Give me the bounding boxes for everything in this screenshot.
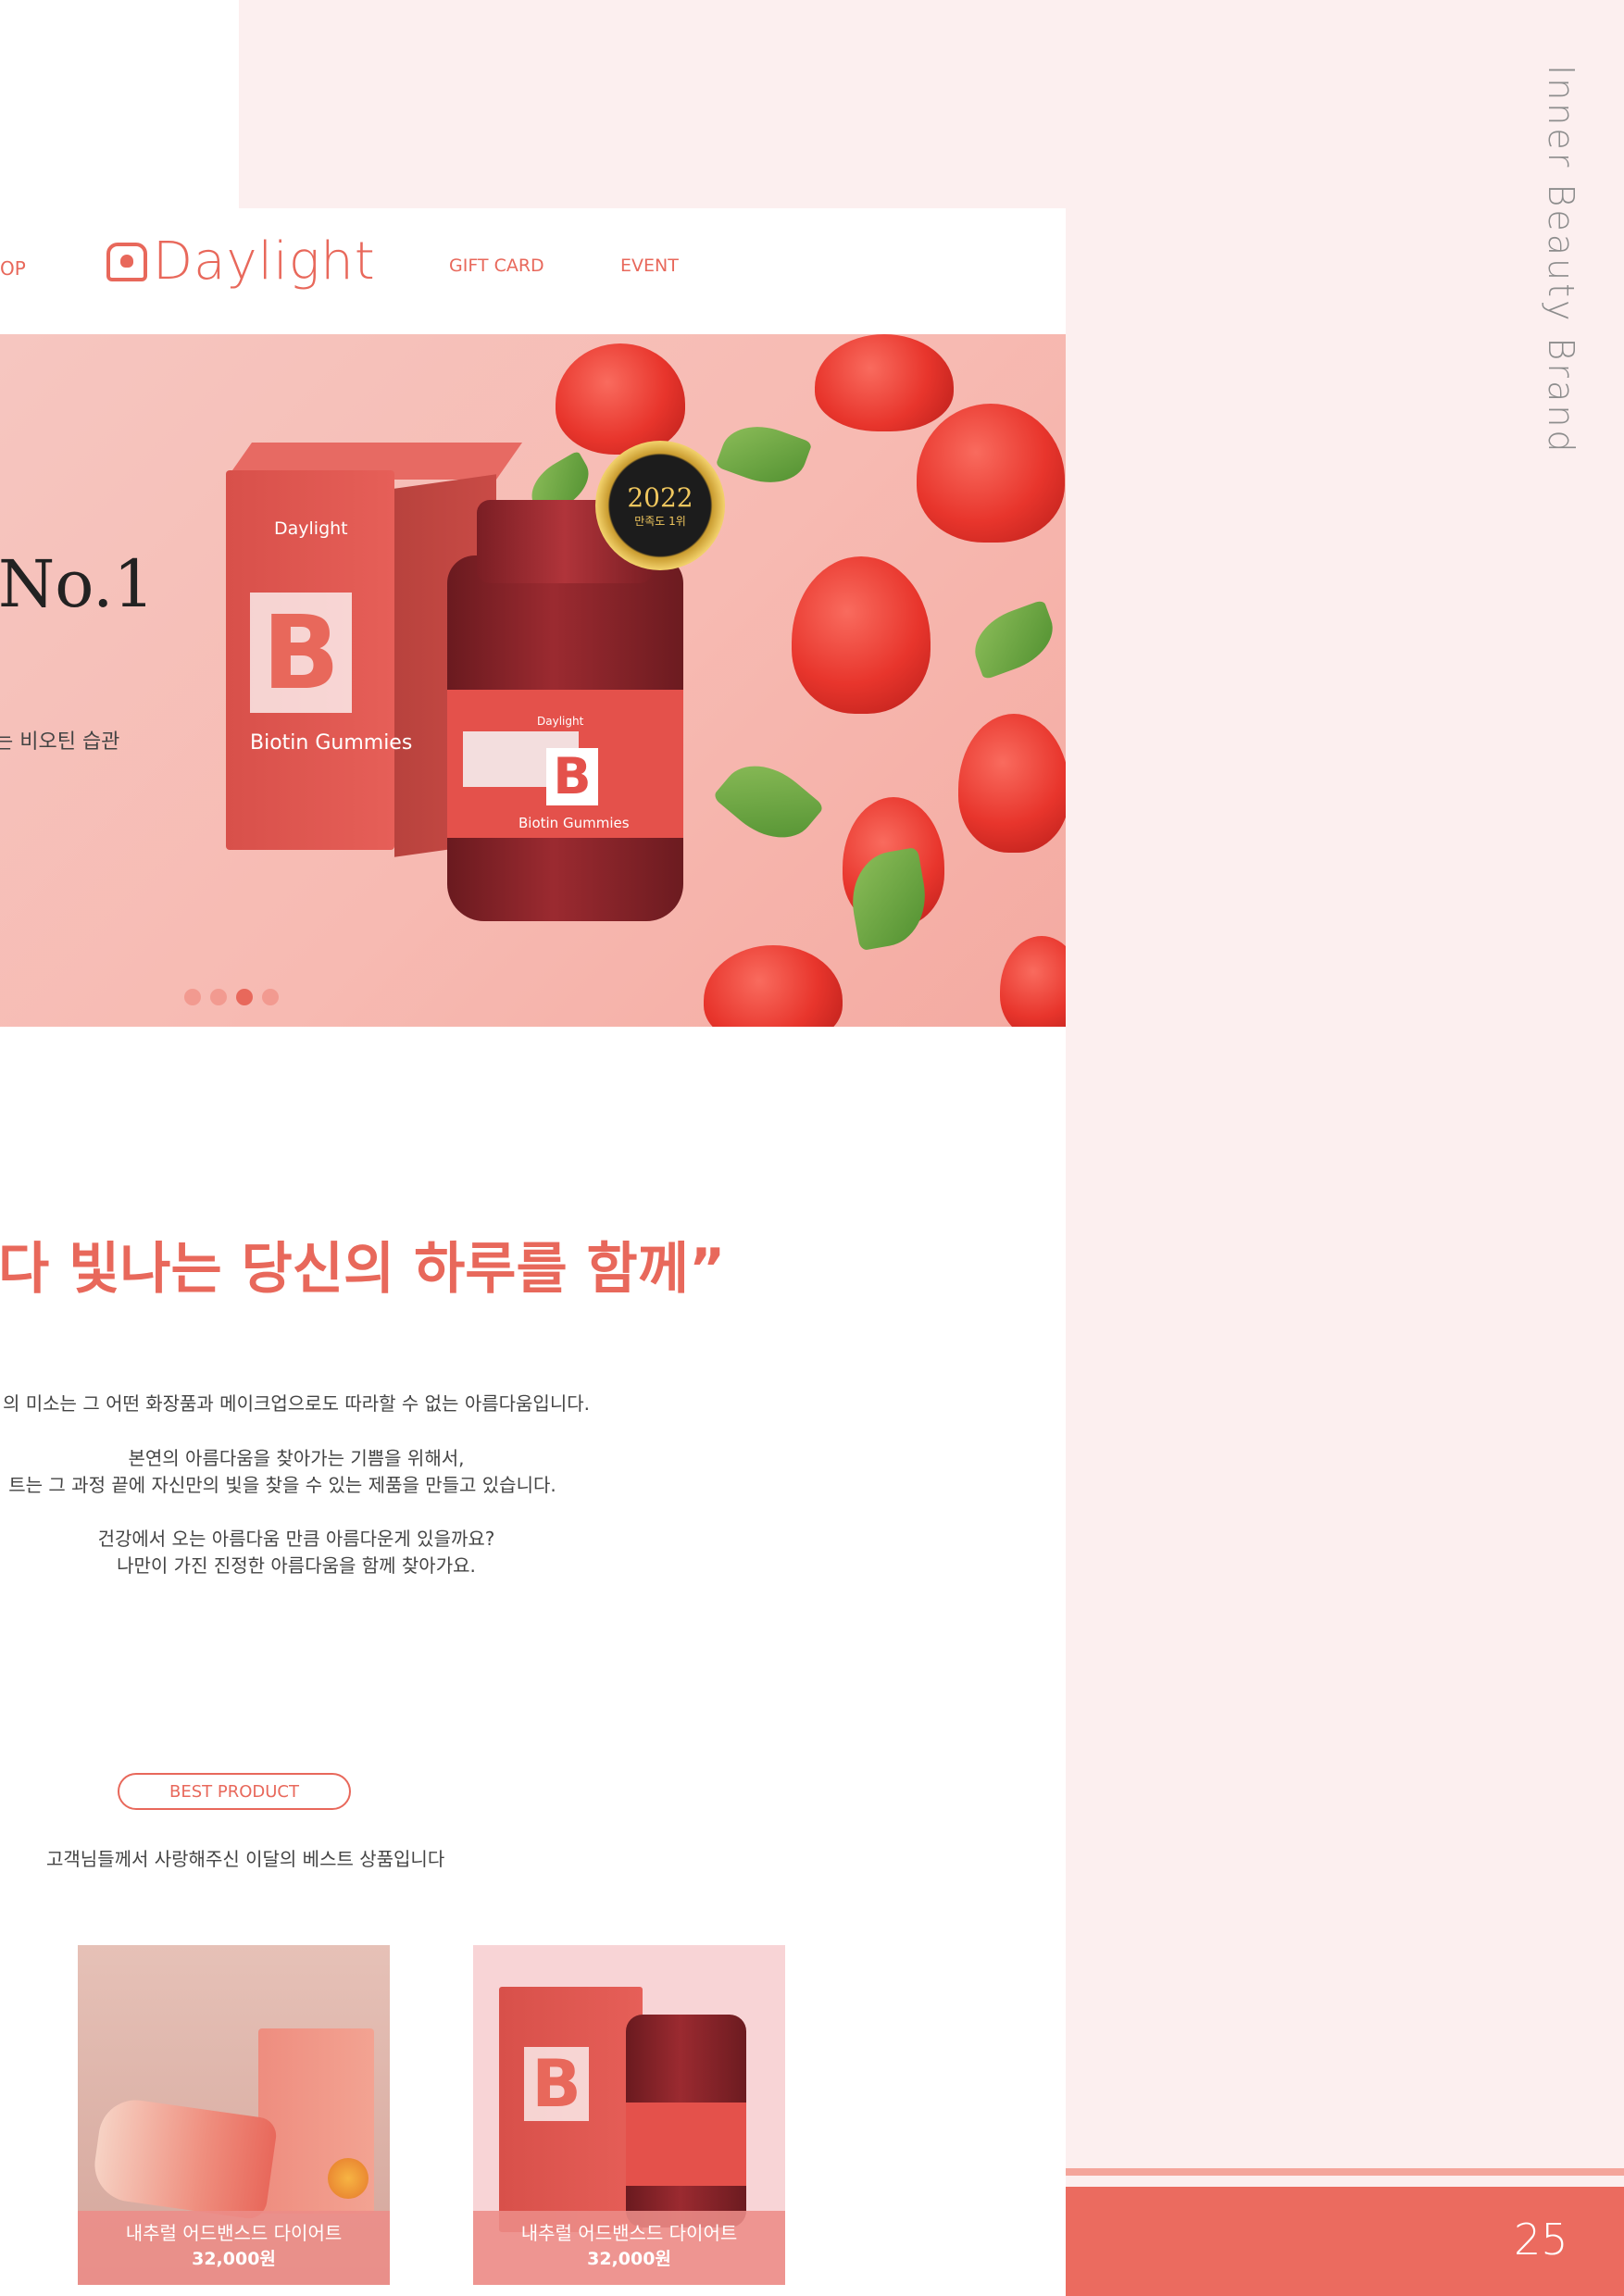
product-price: 32,000원 bbox=[587, 2249, 671, 2269]
strawberry-image bbox=[815, 334, 954, 431]
hero-headline: No.1 bbox=[0, 546, 155, 622]
nav-link-gift-card[interactable]: GIFT CARD bbox=[449, 256, 544, 276]
product-price: 32,000원 bbox=[192, 2249, 276, 2269]
grapefruit-image bbox=[328, 2158, 369, 2199]
mint-leaf-image bbox=[965, 599, 1063, 680]
strawberry-image bbox=[1000, 936, 1066, 1027]
strawberry-image bbox=[704, 945, 843, 1027]
body-text-line: 의 미소는 그 어떤 화장품과 메이크업으로도 따라할 수 없는 아름다움입니다… bbox=[3, 1392, 590, 1415]
page-number: 25 bbox=[1514, 2215, 1568, 2265]
strawberry-image bbox=[556, 343, 685, 455]
box-letter: B bbox=[250, 593, 352, 713]
body-text-line: 본연의 아름다움을 찾아가는 기쁨을 위해서, bbox=[128, 1447, 465, 1469]
product-name: 내추럴 어드밴스드 다이어트 bbox=[520, 2222, 738, 2244]
brand-vertical-title: Inner Beauty Brand bbox=[1515, 65, 1607, 491]
footer-divider bbox=[1066, 2168, 1624, 2176]
carousel-dot-active[interactable] bbox=[236, 989, 253, 1005]
strawberry-image bbox=[958, 714, 1066, 853]
slogan-heading: 다 빛나는 당신의 하루를 함께” bbox=[0, 1237, 726, 1302]
strawberry-image bbox=[917, 404, 1065, 543]
jar-logo-text: Daylight bbox=[537, 715, 584, 728]
best-product-button[interactable]: BEST PRODUCT bbox=[118, 1773, 351, 1810]
body-text-line: 트는 그 과정 끝에 자신만의 빛을 찾을 수 있는 제품을 만들고 있습니다. bbox=[8, 1474, 556, 1496]
best-product-subtitle: 고객님들께서 사랑해주신 이달의 베스트 상품입니다 bbox=[46, 1848, 445, 1870]
product-caption: 내추럴 어드밴스드 다이어트 32,000원 bbox=[473, 2211, 785, 2285]
carousel-dot[interactable] bbox=[184, 989, 201, 1005]
product-name: 내추럴 어드밴스드 다이어트 bbox=[125, 2222, 343, 2244]
product-caption: 내추럴 어드밴스드 다이어트 32,000원 bbox=[78, 2211, 390, 2285]
diet-jar-image bbox=[90, 2095, 279, 2221]
award-badge: 2022 만족도 1위 bbox=[595, 441, 725, 570]
body-text-line: 나만이 가진 진정한 아름다움을 함께 찾아가요. bbox=[117, 1554, 476, 1577]
logo-text: Daylight bbox=[153, 231, 376, 292]
nav-link-shop[interactable]: OP bbox=[0, 257, 26, 280]
carousel-dot[interactable] bbox=[210, 989, 227, 1005]
logo-bag-icon bbox=[106, 242, 147, 281]
box-product-name: Biotin Gummies bbox=[250, 731, 413, 755]
logo[interactable]: Daylight bbox=[106, 231, 376, 292]
product-card[interactable]: 내추럴 어드밴스드 다이어트 32,000원 bbox=[78, 1945, 390, 2285]
mint-leaf-image bbox=[715, 414, 813, 495]
box-logo-text: Daylight bbox=[274, 518, 348, 539]
carousel-dot[interactable] bbox=[262, 989, 279, 1005]
badge-text: 만족도 1위 bbox=[634, 515, 686, 528]
jar-letter: B bbox=[546, 748, 598, 805]
strawberry-image bbox=[792, 556, 931, 714]
hero-subline: 는 비오틴 습관 bbox=[0, 730, 120, 754]
badge-year: 2022 bbox=[627, 482, 693, 513]
carousel-dots bbox=[184, 989, 279, 1005]
body-text-line: 건강에서 오는 아름다움 만큼 아름다운게 있을까요? bbox=[97, 1528, 495, 1550]
nav-link-event[interactable]: EVENT bbox=[620, 256, 679, 276]
jar-label bbox=[626, 2103, 746, 2186]
product-card[interactable]: B 내추럴 어드밴스드 다이어트 32,000원 bbox=[473, 1945, 785, 2285]
brand-vertical-text: Inner Beauty Brand bbox=[1541, 65, 1581, 455]
card-box-letter: B bbox=[524, 2047, 589, 2121]
jar-product-name: Biotin Gummies bbox=[518, 815, 630, 831]
mint-leaf-image bbox=[712, 747, 825, 856]
